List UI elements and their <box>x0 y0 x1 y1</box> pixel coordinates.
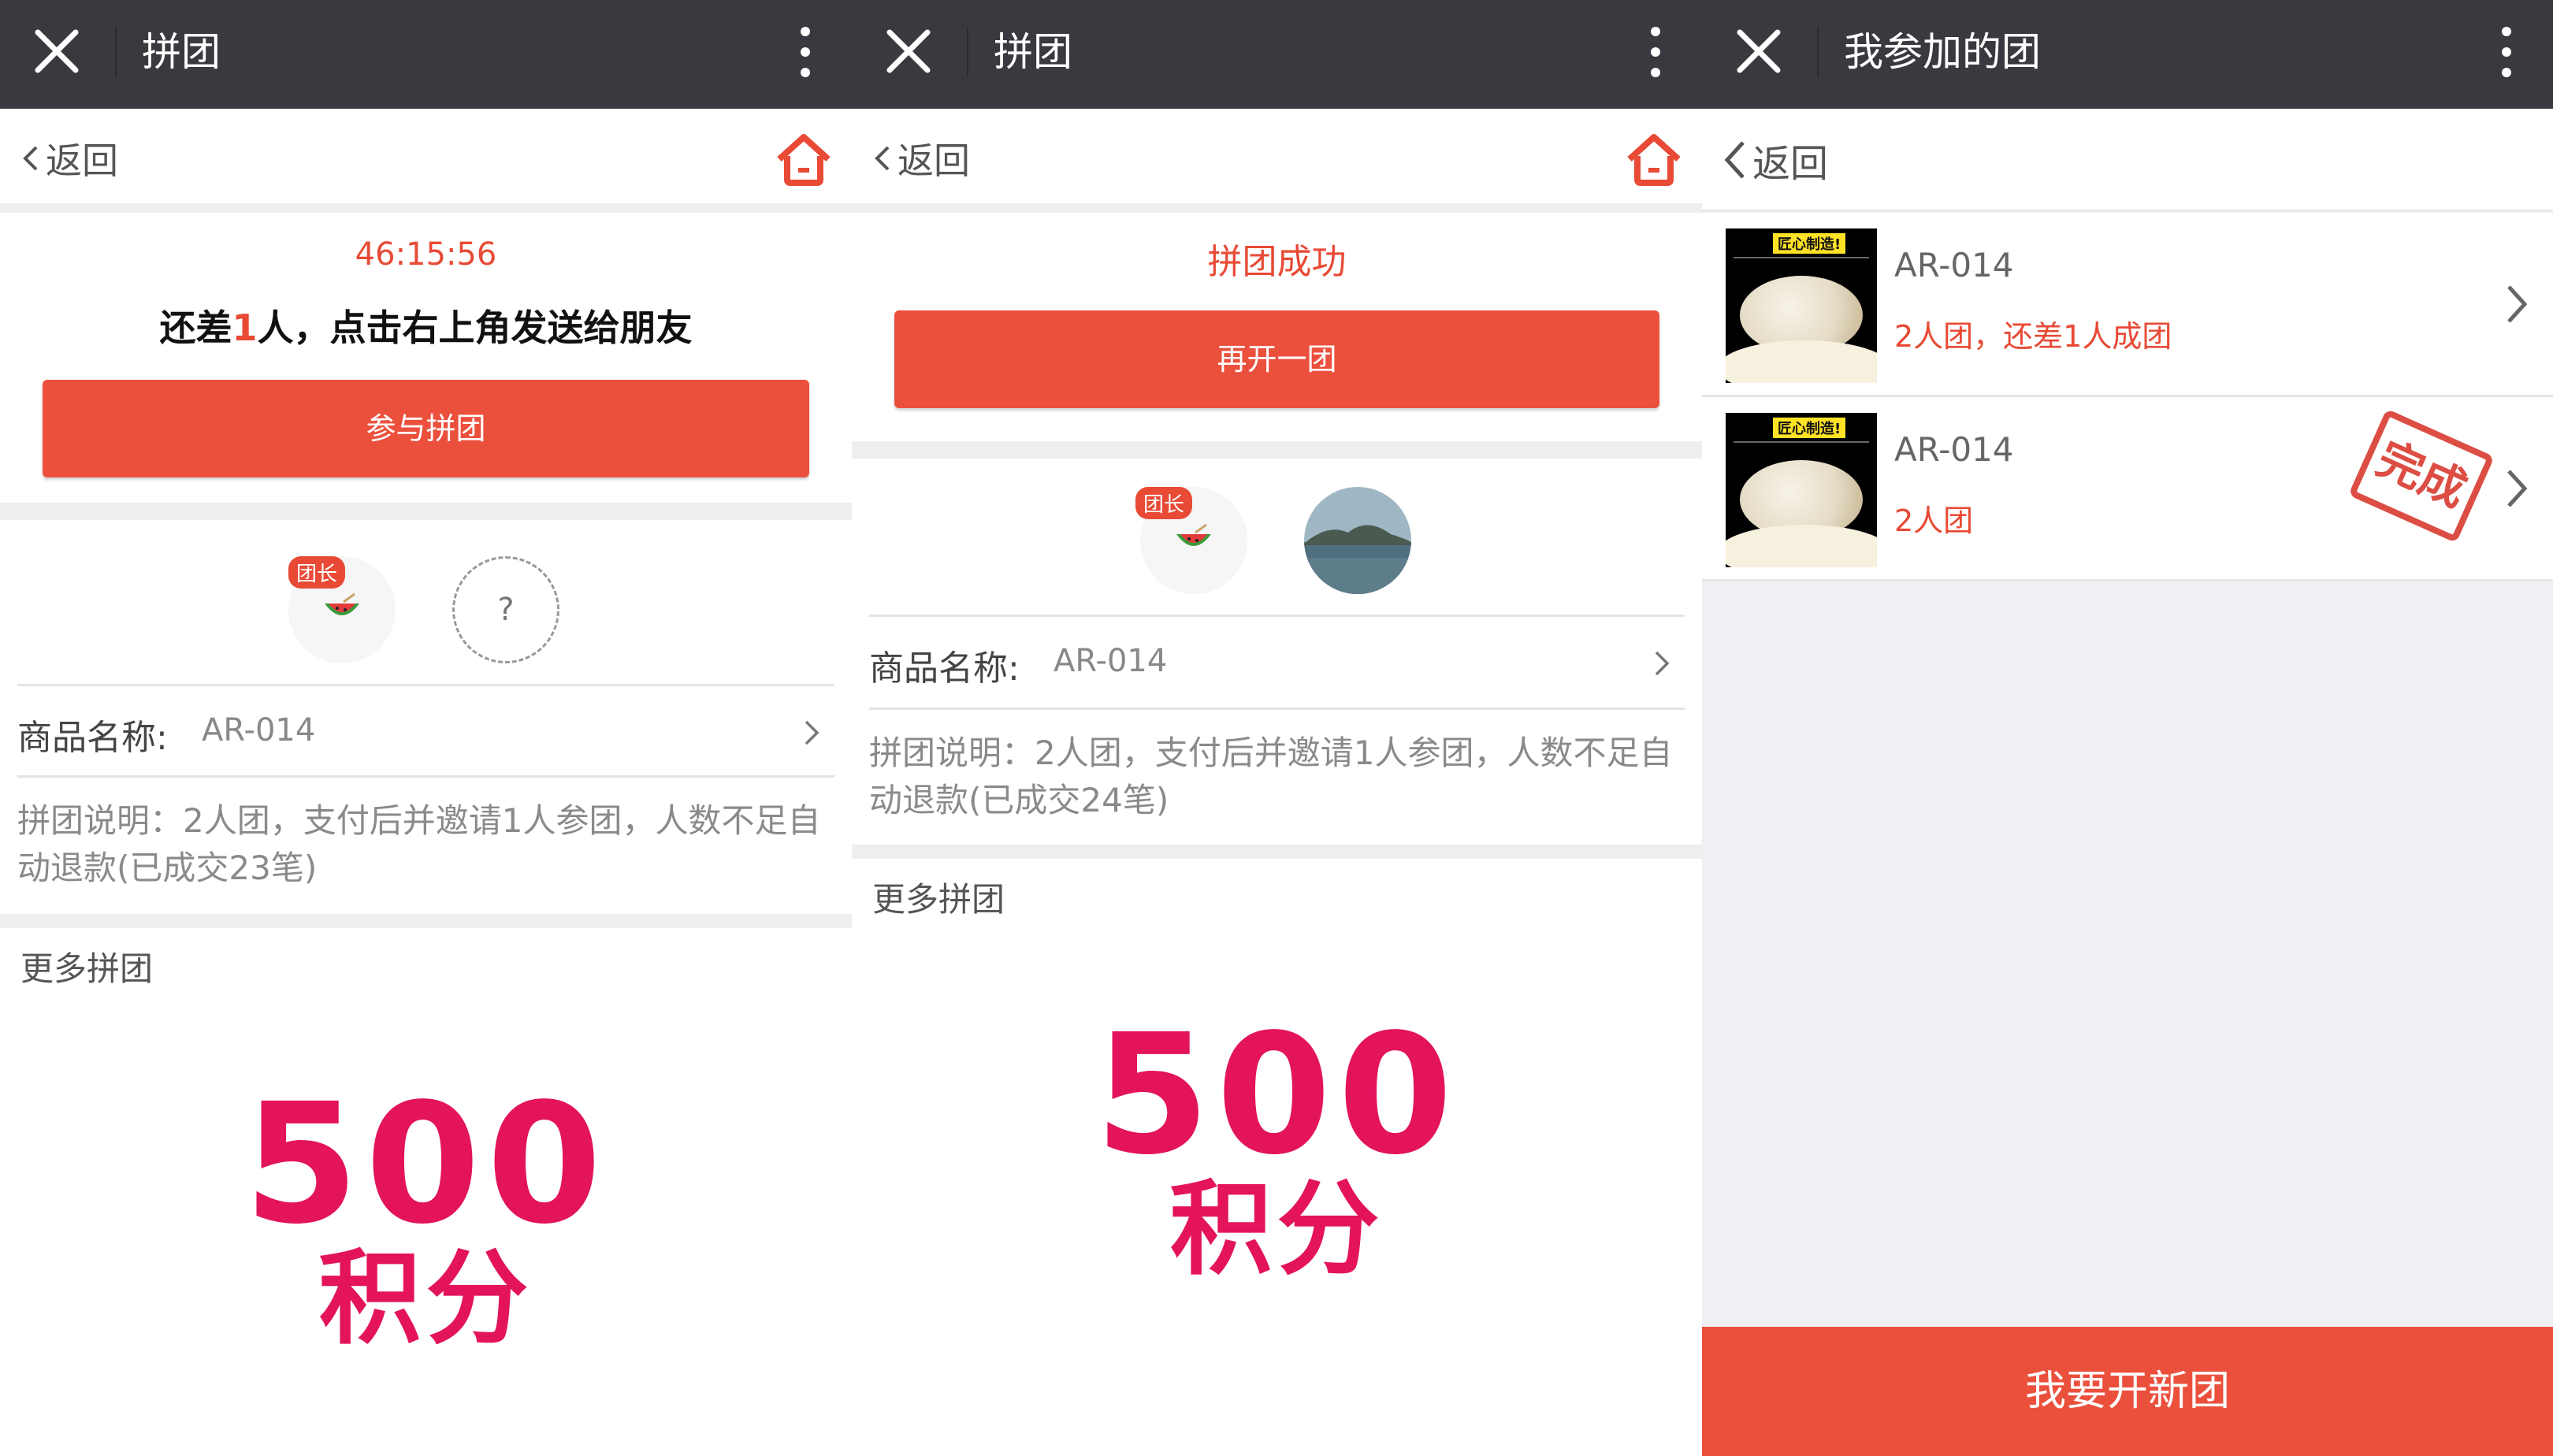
promo-number: 500 <box>1094 998 1459 1191</box>
group-buy-success-screen: 拼团 返回 拼团成功 再开一团 团长 商品名称: AR-014 拼团说明：2人团… <box>852 0 1702 1456</box>
back-label: 返回 <box>1752 142 1829 186</box>
group-buy-pending-screen: 拼团 返回 46:15:56 还差1人，点击右上角发送给朋友 参与拼团 团长 ?… <box>0 0 852 1456</box>
remain-pre: 还差 <box>159 306 232 349</box>
window-title: 拼团 <box>994 29 1072 75</box>
points-promo-banner[interactable]: 500 积分 <box>0 1068 852 1358</box>
title-divider <box>967 27 968 77</box>
chevron-left-icon <box>23 146 38 171</box>
window-title: 我参加的团 <box>1844 29 2041 75</box>
list-item[interactable]: 匠心制造! AR-014 2人团，还差1人成团 <box>1702 213 2553 397</box>
title-bar: 拼团 <box>852 0 1702 109</box>
group-description: 拼团说明：2人团，支付后并邀请1人参团，人数不足自动退款(已成交24笔) <box>869 734 1673 819</box>
open-new-group-button[interactable]: 我要开新团 <box>1702 1327 2553 1456</box>
chevron-left-icon <box>1724 141 1745 179</box>
members-section: 团长 ? 商品名称: AR-014 拼团说明：2人团，支付后并邀请1人参团，人数… <box>0 537 852 923</box>
join-group-button[interactable]: 参与拼团 <box>43 380 809 477</box>
product-name-value: AR-014 <box>1054 643 1168 679</box>
list-item[interactable]: 匠心制造! AR-014 2人团 完成 <box>1702 397 2553 581</box>
chevron-right-icon <box>1655 651 1670 676</box>
more-menu-icon[interactable] <box>1644 24 1667 82</box>
product-name-value: AR-014 <box>202 712 316 748</box>
back-button[interactable]: 返回 <box>19 132 118 184</box>
nav-bar: 返回 <box>852 109 1702 213</box>
window-title: 拼团 <box>142 29 221 75</box>
back-label: 返回 <box>897 139 970 182</box>
group-status: 拼团成功 再开一团 <box>852 222 1702 459</box>
completed-stamp: 完成 <box>2348 408 2495 544</box>
divider <box>869 615 1685 617</box>
remain-count: 1 <box>232 306 258 349</box>
chevron-right-icon <box>805 720 819 745</box>
item-name: AR-014 <box>1894 246 2014 284</box>
empty-member-slot: ? <box>452 556 559 663</box>
thumb-tag: 匠心制造! <box>1773 233 1846 254</box>
product-thumbnail: 匠心制造! <box>1726 228 1877 383</box>
title-divider <box>115 27 117 77</box>
leader-avatar: 团长 <box>288 556 396 663</box>
points-promo-banner[interactable]: 500 积分 <box>852 998 1702 1289</box>
item-name: AR-014 <box>1894 430 2014 469</box>
landscape-photo <box>1304 487 1411 594</box>
leader-badge: 团长 <box>288 556 346 589</box>
nav-bar: 返回 <box>1702 109 2553 211</box>
remain-post: 人，点击右上角发送给朋友 <box>257 306 693 349</box>
member-avatar <box>1304 487 1411 594</box>
divider <box>17 684 834 686</box>
success-title: 拼团成功 <box>1207 242 1347 282</box>
promo-number: 500 <box>243 1068 608 1261</box>
members-section: 团长 商品名称: AR-014 拼团说明：2人团，支付后并邀请1人参团，人数不足… <box>852 468 1702 846</box>
home-icon[interactable] <box>1625 131 1683 188</box>
product-name-label: 商品名称: <box>17 718 168 758</box>
chevron-right-icon <box>2507 285 2528 323</box>
section-divider <box>852 845 1702 859</box>
promo-unit: 积分 <box>1169 1169 1384 1289</box>
watermelon-bowl-icon <box>325 592 359 615</box>
countdown-timer: 46:15:56 <box>355 236 497 273</box>
divider <box>869 708 1685 710</box>
product-thumbnail: 匠心制造! <box>1726 413 1877 567</box>
section-divider <box>0 914 852 928</box>
nav-bar: 返回 <box>0 109 852 213</box>
my-groups-screen: 我参加的团 返回 匠心制造! AR-014 2人团，还差1人成团 匠心制造! A… <box>1702 0 2553 1456</box>
product-name-row[interactable]: 商品名称: AR-014 <box>869 618 1685 706</box>
watermelon-bowl-icon <box>1176 523 1211 546</box>
group-description: 拼团说明：2人团，支付后并邀请1人参团，人数不足自动退款(已成交23笔) <box>17 801 821 887</box>
title-bar: 拼团 <box>0 0 852 109</box>
product-name-label: 商品名称: <box>869 648 1020 689</box>
back-label: 返回 <box>46 139 118 182</box>
back-button[interactable]: 返回 <box>871 132 970 184</box>
leader-badge: 团长 <box>1135 487 1193 519</box>
leader-avatar: 团长 <box>1135 487 1247 594</box>
group-status: 46:15:56 还差1人，点击右上角发送给朋友 参与拼团 <box>0 222 852 520</box>
item-status: 2人团 <box>1894 503 1974 538</box>
joined-groups-list: 匠心制造! AR-014 2人团，还差1人成团 匠心制造! AR-014 2人团… <box>1702 213 2553 581</box>
close-icon[interactable] <box>880 23 937 80</box>
chevron-right-icon <box>2507 470 2528 507</box>
back-button[interactable]: 返回 <box>1721 132 1828 188</box>
thumb-tag: 匠心制造! <box>1773 418 1846 438</box>
more-menu-icon[interactable] <box>2495 24 2518 82</box>
title-bar: 我参加的团 <box>1702 0 2553 109</box>
title-divider <box>1817 27 1819 77</box>
more-groups-title: 更多拼团 <box>20 949 154 988</box>
more-groups-title: 更多拼团 <box>872 880 1005 919</box>
product-name-row[interactable]: 商品名称: AR-014 <box>17 687 834 775</box>
start-new-group-button[interactable]: 再开一团 <box>894 310 1659 408</box>
promo-unit: 积分 <box>318 1239 533 1358</box>
more-menu-icon[interactable] <box>793 24 817 82</box>
remaining-members-text: 还差1人，点击右上角发送给朋友 <box>0 299 852 351</box>
chevron-left-icon <box>875 146 890 171</box>
close-icon[interactable] <box>28 23 85 80</box>
item-status: 2人团，还差1人成团 <box>1894 319 2172 354</box>
close-icon[interactable] <box>1730 23 1787 80</box>
divider <box>17 775 834 778</box>
home-icon[interactable] <box>775 131 833 188</box>
